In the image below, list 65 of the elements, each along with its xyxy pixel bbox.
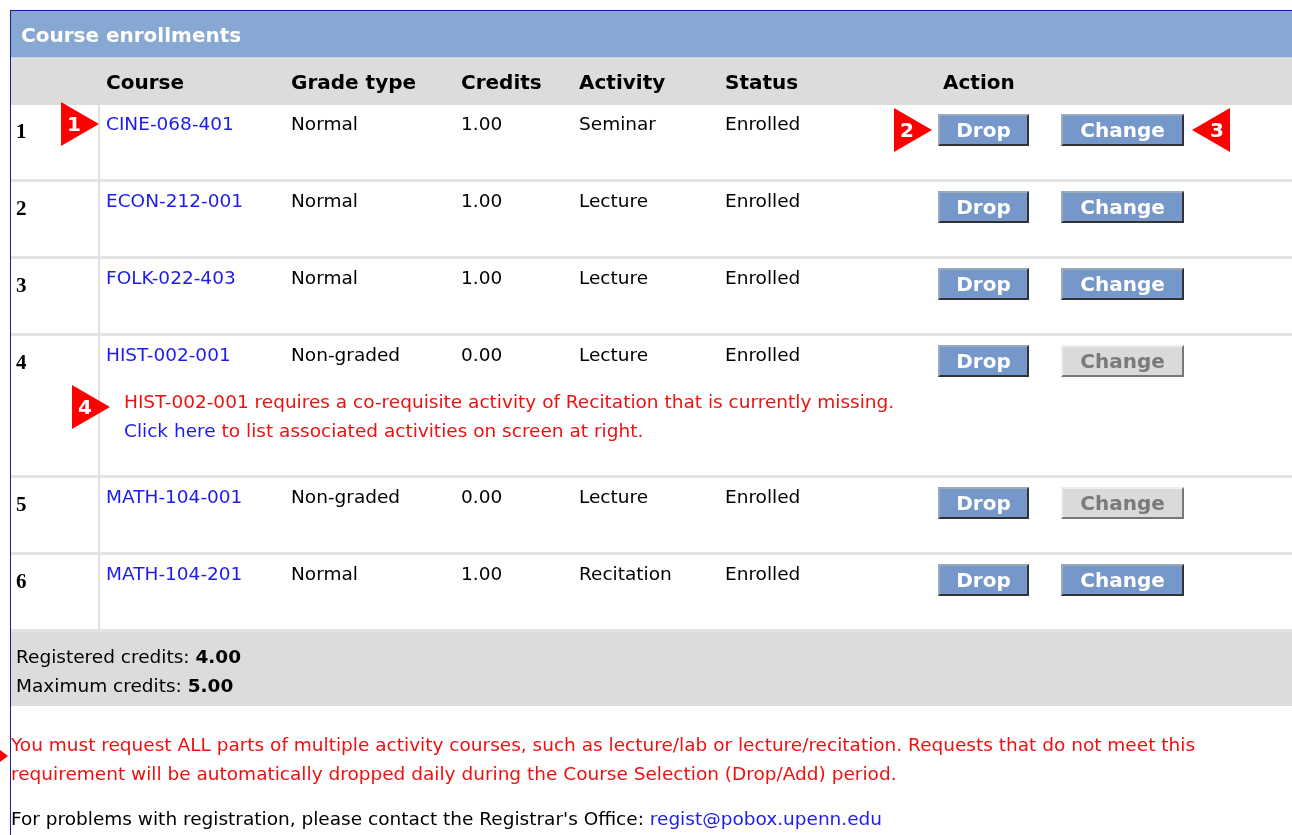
status-cell: Enrolled: [725, 486, 801, 507]
course-link[interactable]: HIST-002-001: [106, 344, 231, 365]
change-button[interactable]: Change: [1061, 268, 1184, 300]
status-cell: Enrolled: [725, 113, 801, 134]
credits-total: Maximum credits: 5.00: [16, 674, 235, 698]
warning-message: You must request ALL parts of multiple activity courses, such as lecture/lab or lecture/recitation. Requests that do not meet this requirement will be automatically dropped daily during the Course Selection (Drop/Add) period.: [11, 733, 1197, 786]
activity-cell: Lecture: [579, 267, 649, 288]
co-requisite-message: HIST-002-001 requires a co-requisite activity of Recitation that is currently missing. Click here to list associated activities on screen at right.: [124, 390, 896, 443]
status-cell: Enrolled: [725, 344, 801, 365]
column-header: Credits: [461, 69, 542, 94]
grade-type-cell: Normal: [291, 267, 358, 288]
activity-cell: Seminar: [579, 113, 656, 134]
grade-type-cell: Normal: [291, 190, 358, 211]
activity-cell: Lecture: [579, 486, 649, 507]
change-button[interactable]: Change: [1061, 191, 1184, 223]
row-number: 3: [16, 273, 27, 297]
callout-badge: 3: [1192, 108, 1230, 152]
contact-note: For problems with registration, please contact the Registrar's Office: regist@pobox.upenn.edu: [11, 807, 884, 831]
column-header: Grade type: [291, 69, 417, 94]
callout-badge: 2: [894, 108, 932, 152]
drop-button[interactable]: Drop: [938, 345, 1029, 377]
column-header: Activity: [579, 69, 666, 94]
course-link[interactable]: MATH-104-201: [106, 563, 243, 584]
email-link[interactable]: regist@pobox.upenn.edu: [649, 808, 883, 829]
callout-badge: 4: [72, 385, 110, 429]
drop-button[interactable]: Drop: [938, 114, 1029, 146]
change-button[interactable]: Change: [1061, 114, 1184, 146]
row-number: 5: [16, 492, 27, 516]
row-number: 4: [16, 350, 27, 374]
drop-button[interactable]: Drop: [938, 487, 1029, 519]
course-link[interactable]: FOLK-022-403: [106, 267, 236, 288]
drop-button[interactable]: Drop: [938, 268, 1029, 300]
grade-type-cell: Normal: [291, 113, 358, 134]
column-header: Status: [725, 69, 799, 94]
activity-cell: Lecture: [579, 190, 649, 211]
click-here-link[interactable]: Click here: [124, 420, 216, 441]
column-header: Action: [943, 69, 1015, 94]
activity-cell: Recitation: [579, 563, 672, 584]
status-cell: Enrolled: [725, 190, 801, 211]
row-number: 2: [16, 196, 27, 220]
credits-total: Registered credits: 4.00: [16, 645, 243, 669]
grade-type-cell: Non-graded: [291, 344, 401, 365]
callout-badge: 1: [61, 102, 99, 146]
credits-cell: 0.00: [461, 486, 503, 507]
column-header: Course: [106, 69, 184, 94]
pointer-icon: [0, 750, 8, 762]
credits-cell: 0.00: [461, 344, 503, 365]
drop-button[interactable]: Drop: [938, 564, 1029, 596]
change-button[interactable]: Change: [1061, 564, 1184, 596]
credits-cell: 1.00: [461, 563, 503, 584]
course-link[interactable]: MATH-104-001: [106, 486, 243, 507]
row-number: 6: [16, 569, 27, 593]
credits-cell: 1.00: [461, 113, 503, 134]
activity-cell: Lecture: [579, 344, 649, 365]
drop-button[interactable]: Drop: [938, 191, 1029, 223]
course-link[interactable]: ECON-212-001: [106, 190, 243, 211]
status-cell: Enrolled: [725, 267, 801, 288]
course-link[interactable]: CINE-068-401: [106, 113, 234, 134]
credits-cell: 1.00: [461, 190, 503, 211]
panel-title: Course enrollments: [11, 11, 1292, 58]
grade-type-cell: Non-graded: [291, 486, 401, 507]
grade-type-cell: Normal: [291, 563, 358, 584]
status-cell: Enrolled: [725, 563, 801, 584]
row-number: 1: [16, 119, 27, 143]
credits-cell: 1.00: [461, 267, 503, 288]
